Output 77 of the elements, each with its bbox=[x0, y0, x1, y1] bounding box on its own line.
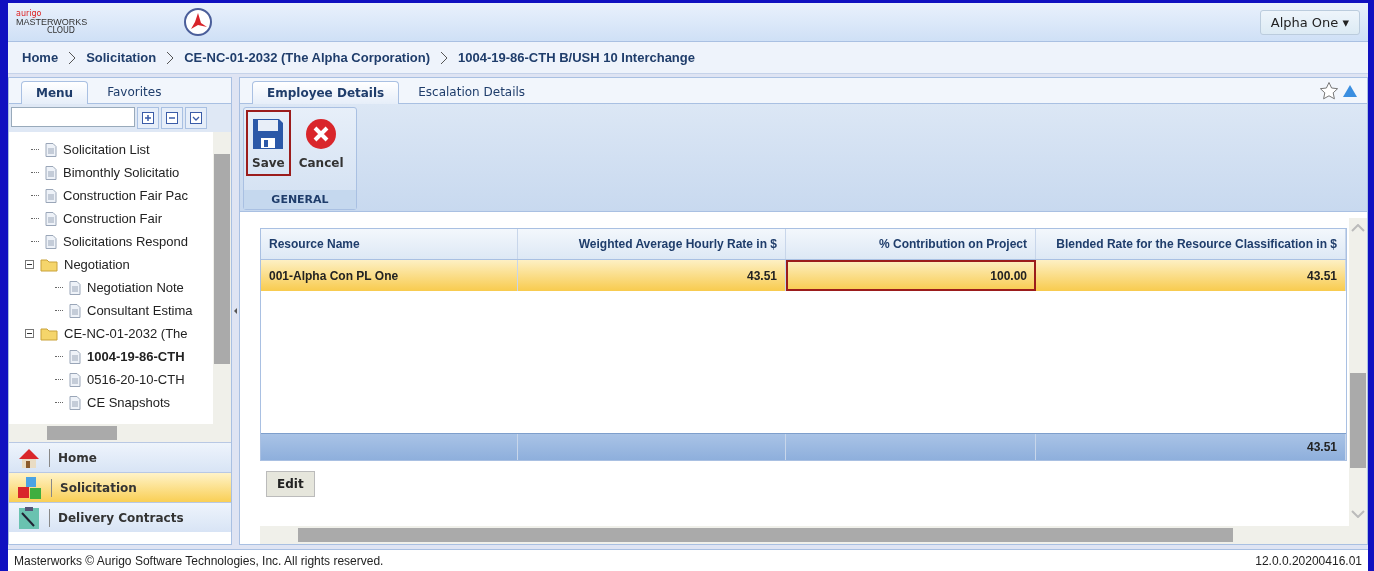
folder-icon bbox=[40, 326, 58, 341]
caret-icon bbox=[190, 112, 202, 124]
tree-item[interactable]: Solicitation List bbox=[63, 142, 150, 157]
version-text: 12.0.0.20200416.01 bbox=[1255, 553, 1362, 568]
collapse-icon[interactable] bbox=[1343, 84, 1357, 97]
sidebar-tab[interactable]: Menu bbox=[21, 81, 89, 104]
tree-item[interactable]: Negotiation Note bbox=[87, 280, 184, 295]
cancel-icon bbox=[305, 118, 338, 150]
table-cell: 100.00 bbox=[786, 260, 1036, 291]
cancel-button[interactable]: Cancel bbox=[292, 110, 350, 176]
table-cell: 001-Alpha Con PL One bbox=[261, 260, 518, 291]
tree-item[interactable]: CE Snapshots bbox=[87, 395, 171, 410]
dropdown-button[interactable] bbox=[185, 107, 207, 129]
document-icon bbox=[69, 303, 81, 318]
document-icon bbox=[45, 165, 57, 180]
tree-item[interactable]: Bimonthly Solicitatio bbox=[63, 165, 180, 180]
total-value: 43.51 bbox=[1306, 440, 1337, 454]
tree-item[interactable]: Negotiation bbox=[64, 257, 130, 272]
document-icon bbox=[69, 349, 81, 364]
module-button[interactable]: Delivery Contracts bbox=[9, 502, 231, 532]
document-icon bbox=[45, 211, 57, 226]
tree-item[interactable]: Construction Fair Pac bbox=[63, 188, 188, 203]
search-field[interactable] bbox=[11, 107, 135, 127]
tree-item[interactable]: Construction Fair bbox=[63, 211, 162, 226]
tree-item[interactable]: 0516-20-10-CTH bbox=[87, 372, 185, 387]
edit-button[interactable]: Edit bbox=[266, 471, 315, 497]
group-label: GENERAL bbox=[244, 190, 356, 209]
copyright-text: Masterworks © Aurigo Software Technologies, Inc. All rights reserved. bbox=[14, 553, 384, 568]
breadcrumb-link[interactable]: 1004-19-86-CTH B/USH 10 Interchange bbox=[458, 50, 695, 65]
breadcrumb-link[interactable]: CE-NC-01-2032 (The Alpha Corporation) bbox=[184, 50, 430, 65]
tab[interactable]: Employee Details bbox=[252, 81, 400, 104]
column-header[interactable]: Resource Name bbox=[261, 229, 518, 259]
blocks-icon bbox=[17, 475, 43, 500]
seal-icon bbox=[183, 7, 213, 37]
document-icon bbox=[45, 234, 57, 249]
logo: aurigo MASTERWORKS CLOUD bbox=[16, 9, 89, 35]
document-icon bbox=[69, 395, 81, 410]
document-icon bbox=[45, 188, 57, 203]
tree-item[interactable]: Consultant Estima bbox=[87, 303, 193, 318]
scroll-up-icon[interactable] bbox=[1351, 224, 1365, 232]
minus-icon bbox=[166, 112, 178, 124]
column-header[interactable]: % Contribution on Project bbox=[786, 229, 1036, 259]
expand-all-button[interactable] bbox=[137, 107, 159, 129]
tree-item[interactable]: CE-NC-01-2032 (The bbox=[64, 326, 188, 341]
chevron-icon bbox=[68, 50, 77, 65]
scrollbar[interactable] bbox=[1349, 218, 1367, 526]
scroll-down-icon[interactable] bbox=[1351, 510, 1365, 518]
column-header[interactable]: Weighted Average Hourly Rate in $ bbox=[518, 229, 786, 259]
sidebar-tab[interactable]: Favorites bbox=[92, 80, 177, 103]
folder-icon bbox=[40, 257, 58, 272]
chevron-icon bbox=[166, 50, 175, 65]
scrollbar[interactable] bbox=[9, 424, 231, 442]
table-row[interactable]: 001-Alpha Con PL One 43.51 100.00 43.51 bbox=[261, 260, 1346, 291]
minus-box-icon[interactable] bbox=[25, 329, 34, 338]
breadcrumb-link[interactable]: Solicitation bbox=[86, 50, 157, 65]
clipboard-icon bbox=[17, 505, 41, 530]
star-icon[interactable] bbox=[1319, 80, 1339, 101]
collapse-all-button[interactable] bbox=[161, 107, 183, 129]
tree-item[interactable]: Solicitations Respond bbox=[63, 234, 189, 249]
user-menu[interactable]: Alpha One ▾ bbox=[1259, 9, 1360, 35]
document-icon bbox=[69, 372, 81, 387]
minus-box-icon[interactable] bbox=[25, 260, 34, 269]
document-icon bbox=[45, 142, 57, 157]
chevron-icon bbox=[440, 50, 448, 65]
tree-item[interactable]: 1004-19-86-CTH bbox=[87, 349, 185, 364]
table-cell: 43.51 bbox=[518, 260, 786, 291]
module-button[interactable]: Solicitation bbox=[9, 472, 231, 502]
breadcrumb-link[interactable]: Home bbox=[22, 50, 59, 65]
table-cell: 43.51 bbox=[1036, 260, 1346, 291]
save-button[interactable]: Save bbox=[246, 110, 291, 176]
column-header[interactable]: Blended Rate for the Resource Classification in $ bbox=[1036, 229, 1346, 259]
document-icon bbox=[69, 280, 81, 295]
tab[interactable]: Escalation Details bbox=[403, 80, 541, 103]
scrollbar[interactable] bbox=[260, 526, 1367, 544]
module-button[interactable]: Home bbox=[9, 442, 231, 472]
scrollbar[interactable] bbox=[213, 132, 231, 424]
plus-icon bbox=[142, 112, 154, 124]
